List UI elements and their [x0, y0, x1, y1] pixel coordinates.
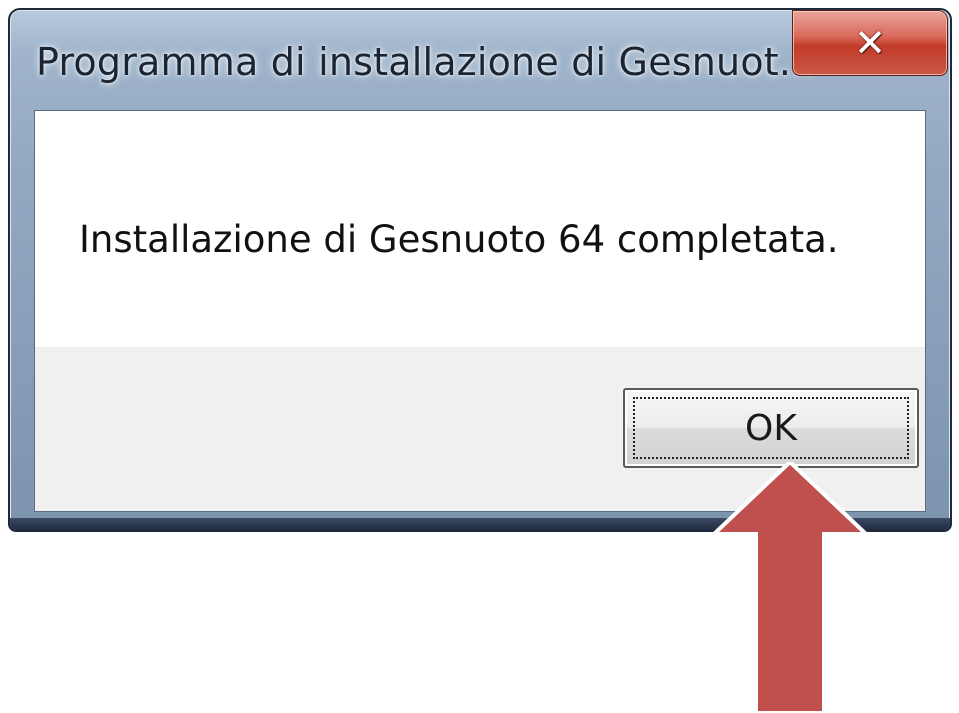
message-panel: Installazione di Gesnuoto 64 completata. — [35, 111, 925, 347]
title-bar[interactable]: Programma di installazione di Gesnuot...… — [10, 10, 950, 110]
screenshot-stage: Programma di installazione di Gesnuot...… — [0, 0, 959, 713]
completion-message: Installazione di Gesnuoto 64 completata. — [79, 218, 839, 261]
ok-button[interactable]: OK — [623, 388, 919, 468]
dialog-client-area: Installazione di Gesnuoto 64 completata.… — [34, 110, 926, 512]
red-arrow-icon — [710, 462, 870, 713]
ok-button-label: OK — [745, 407, 797, 449]
close-icon: ✕ — [854, 21, 886, 65]
dialog-window: Programma di installazione di Gesnuot...… — [8, 8, 952, 532]
window-title: Programma di installazione di Gesnuot... — [36, 40, 816, 84]
close-button[interactable]: ✕ — [792, 10, 948, 76]
